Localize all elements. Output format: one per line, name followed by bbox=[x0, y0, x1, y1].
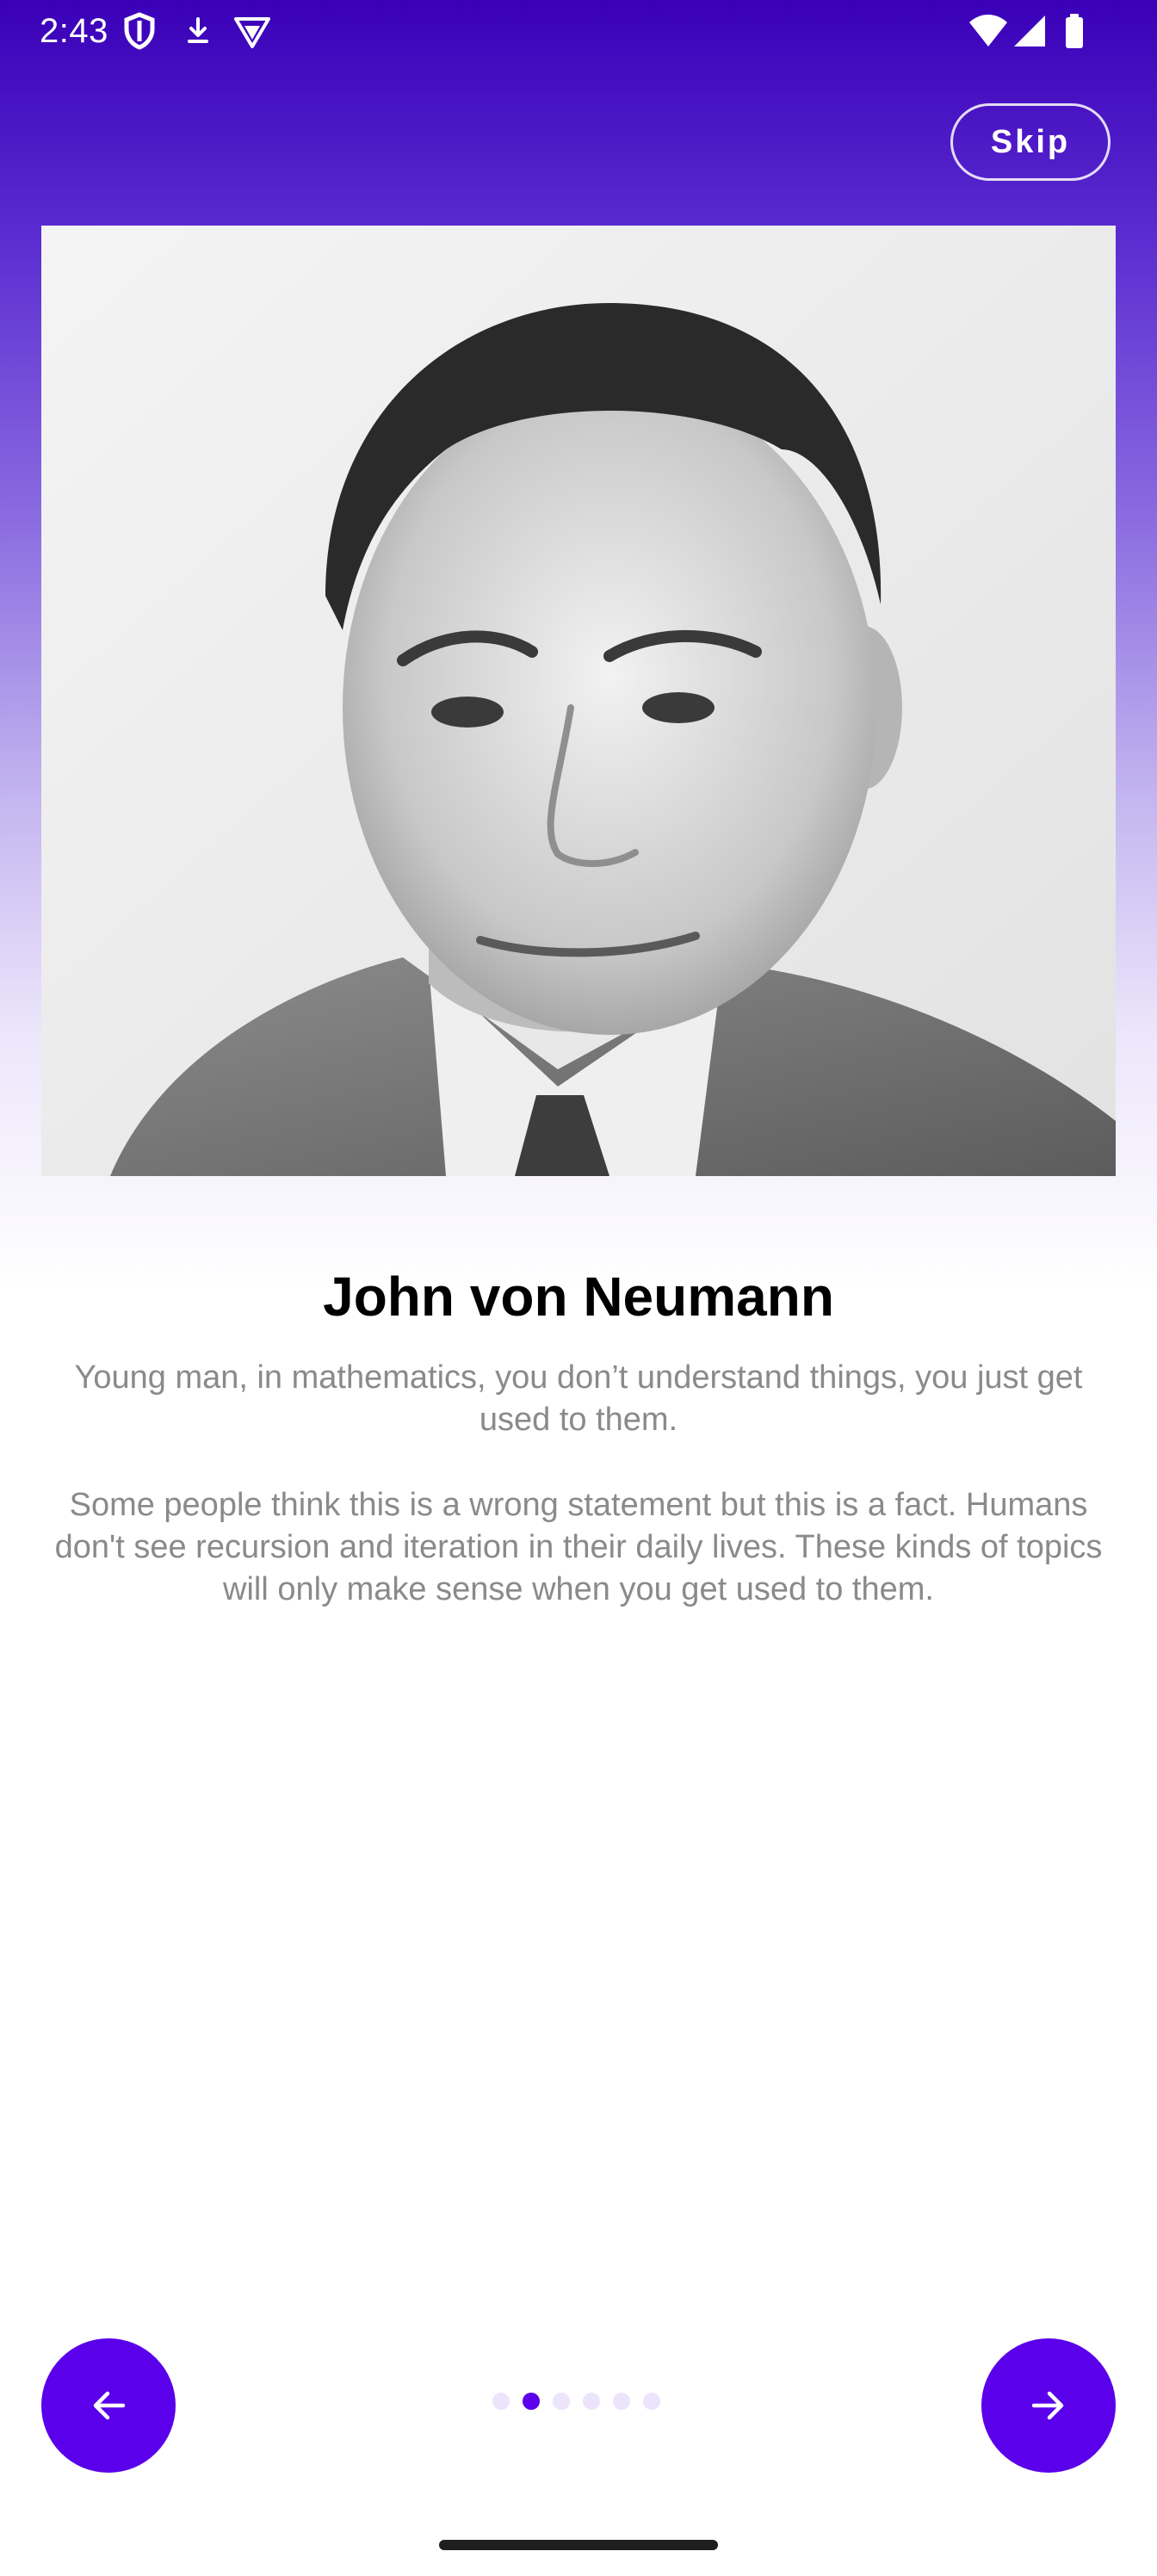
page-indicator bbox=[492, 2392, 660, 2411]
page-dot-6 bbox=[643, 2393, 660, 2410]
page-dot-4 bbox=[583, 2393, 600, 2410]
home-indicator[interactable] bbox=[439, 2540, 718, 2550]
page-title: John von Neumann bbox=[323, 1266, 834, 1328]
status-bar: 2:43 bbox=[0, 0, 1157, 62]
quote-text: Young man, in mathematics, you don’t und… bbox=[74, 1359, 1083, 1438]
page-dot-5 bbox=[613, 2393, 630, 2410]
portrait-photo bbox=[41, 226, 1116, 1176]
next-button[interactable] bbox=[981, 2338, 1116, 2473]
arrow-left-icon bbox=[93, 2391, 126, 2420]
vpn-shield-icon bbox=[234, 17, 270, 48]
page-dot-1 bbox=[492, 2393, 510, 2410]
arrow-right-icon bbox=[1031, 2391, 1064, 2420]
signal-icon bbox=[1014, 15, 1045, 46]
page-dot-2-active bbox=[523, 2393, 540, 2410]
shield-icon bbox=[124, 12, 155, 50]
status-time: 2:43 bbox=[40, 12, 108, 50]
page-dot-3 bbox=[553, 2393, 570, 2410]
battery-icon bbox=[1066, 14, 1083, 48]
portrait-image bbox=[41, 226, 1116, 1176]
description-text: Some people think this is a wrong statem… bbox=[54, 1487, 1103, 1607]
previous-button[interactable] bbox=[41, 2338, 176, 2473]
download-cloud-icon bbox=[188, 17, 208, 43]
wifi-icon bbox=[969, 15, 1007, 46]
skip-button[interactable]: Skip bbox=[950, 103, 1111, 181]
